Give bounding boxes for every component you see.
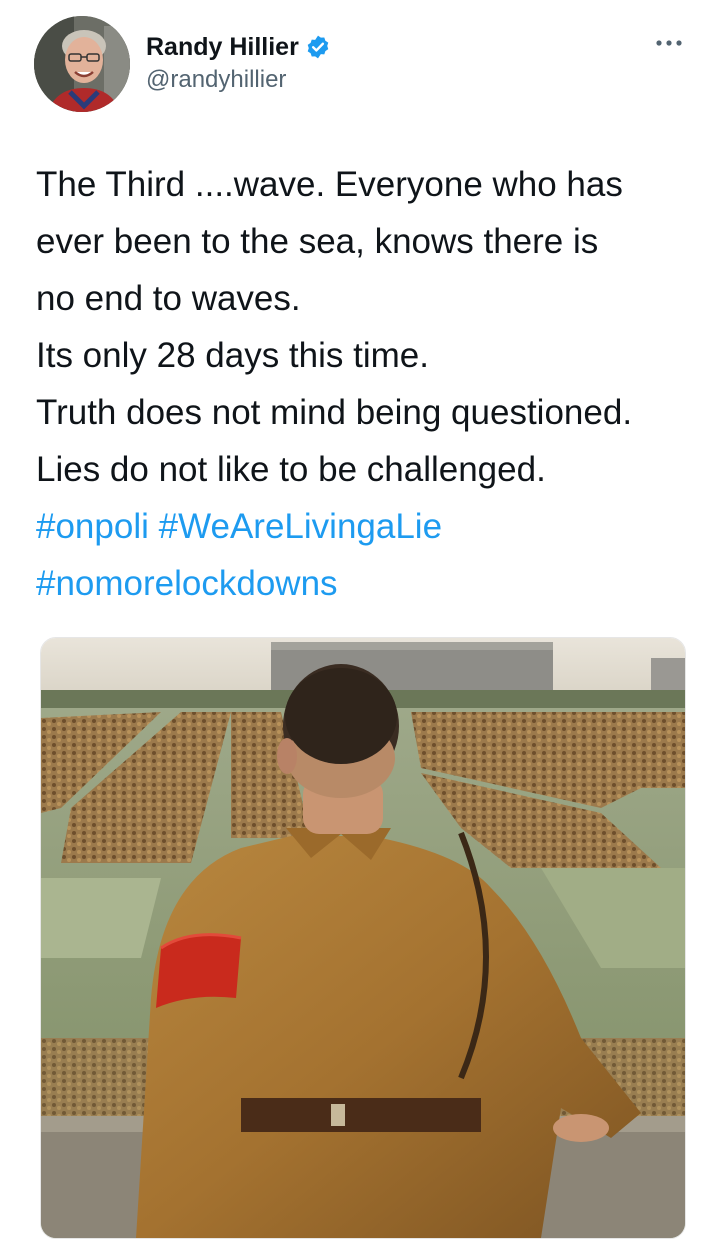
avatar[interactable] bbox=[34, 16, 130, 112]
verified-badge-icon bbox=[305, 34, 331, 60]
rally-photo bbox=[41, 638, 685, 1238]
tweet[interactable]: Randy Hillier @randyhillier The Third ..… bbox=[0, 0, 721, 1239]
tweet-line: Its only 28 days this time. bbox=[36, 336, 429, 375]
avatar-image bbox=[34, 16, 130, 112]
hashtag-line: #onpoli #WeAreLivingaLie bbox=[36, 498, 696, 555]
hashtag-nomorelockdowns[interactable]: #nomorelockdowns bbox=[36, 564, 338, 603]
tweet-media-image[interactable] bbox=[40, 637, 686, 1239]
tweet-line: no end to waves. bbox=[36, 279, 301, 318]
author-handle[interactable]: @randyhillier bbox=[146, 66, 331, 94]
author-name-row: Randy Hillier bbox=[146, 30, 331, 64]
hashtag-line: #nomorelockdowns bbox=[36, 555, 696, 612]
author-info[interactable]: Randy Hillier @randyhillier bbox=[146, 30, 331, 94]
display-name[interactable]: Randy Hillier bbox=[146, 33, 299, 62]
hashtag-onpoli[interactable]: #onpoli bbox=[36, 507, 149, 546]
tweet-text: The Third ....wave. Everyone who has eve… bbox=[36, 156, 696, 612]
tweet-line: ever been to the sea, knows there is bbox=[36, 222, 599, 261]
tweet-line: Lies do not like to be challenged. bbox=[36, 450, 546, 489]
tweet-line: Truth does not mind being questioned. bbox=[36, 393, 633, 432]
more-options-icon[interactable] bbox=[655, 36, 683, 50]
tweet-line: The Third ....wave. Everyone who has bbox=[36, 165, 623, 204]
hashtag-wearelivingalie[interactable]: #WeAreLivingaLie bbox=[159, 507, 442, 546]
